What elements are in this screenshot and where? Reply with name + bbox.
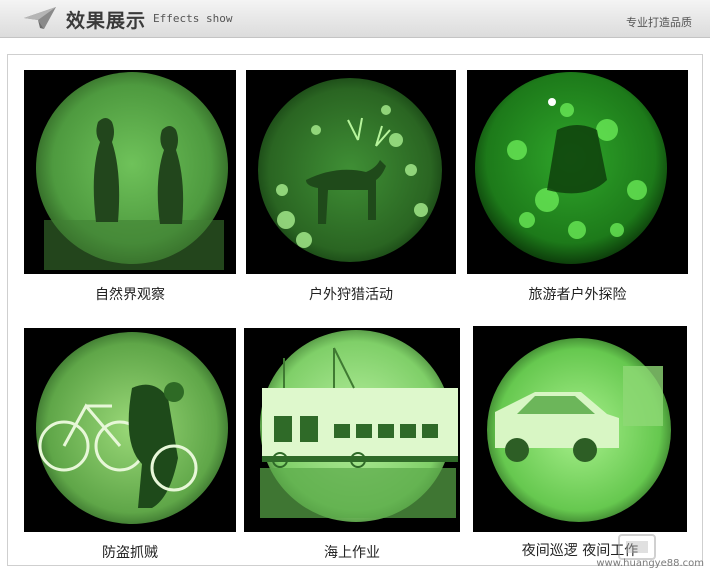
panel-caption: 自然界观察 xyxy=(95,287,165,303)
marine-operations-image xyxy=(244,328,460,532)
page-header: 效果展示 Effects show 专业打造品质 xyxy=(0,0,710,38)
outdoor-hunting-image xyxy=(246,70,456,274)
watermark-site: www.huangye88.com xyxy=(596,558,704,569)
watermark-seal-icon xyxy=(618,534,656,560)
slogan-text: 专业打造品质 xyxy=(626,16,692,29)
section-subtitle: Effects show xyxy=(153,12,233,25)
travel-adventure-image xyxy=(467,70,688,274)
nature-observation-image xyxy=(24,70,236,274)
anti-theft-image xyxy=(24,328,236,532)
panel-caption: 户外狩猎活动 xyxy=(309,287,393,303)
section-title: 效果展示 xyxy=(66,10,147,32)
paper-plane-icon xyxy=(24,7,56,29)
panel-caption: 海上作业 xyxy=(324,545,380,561)
panel-caption: 旅游者户外探险 xyxy=(528,287,627,303)
panel-caption: 防盗抓贼 xyxy=(102,545,158,561)
night-patrol-image xyxy=(473,326,687,532)
